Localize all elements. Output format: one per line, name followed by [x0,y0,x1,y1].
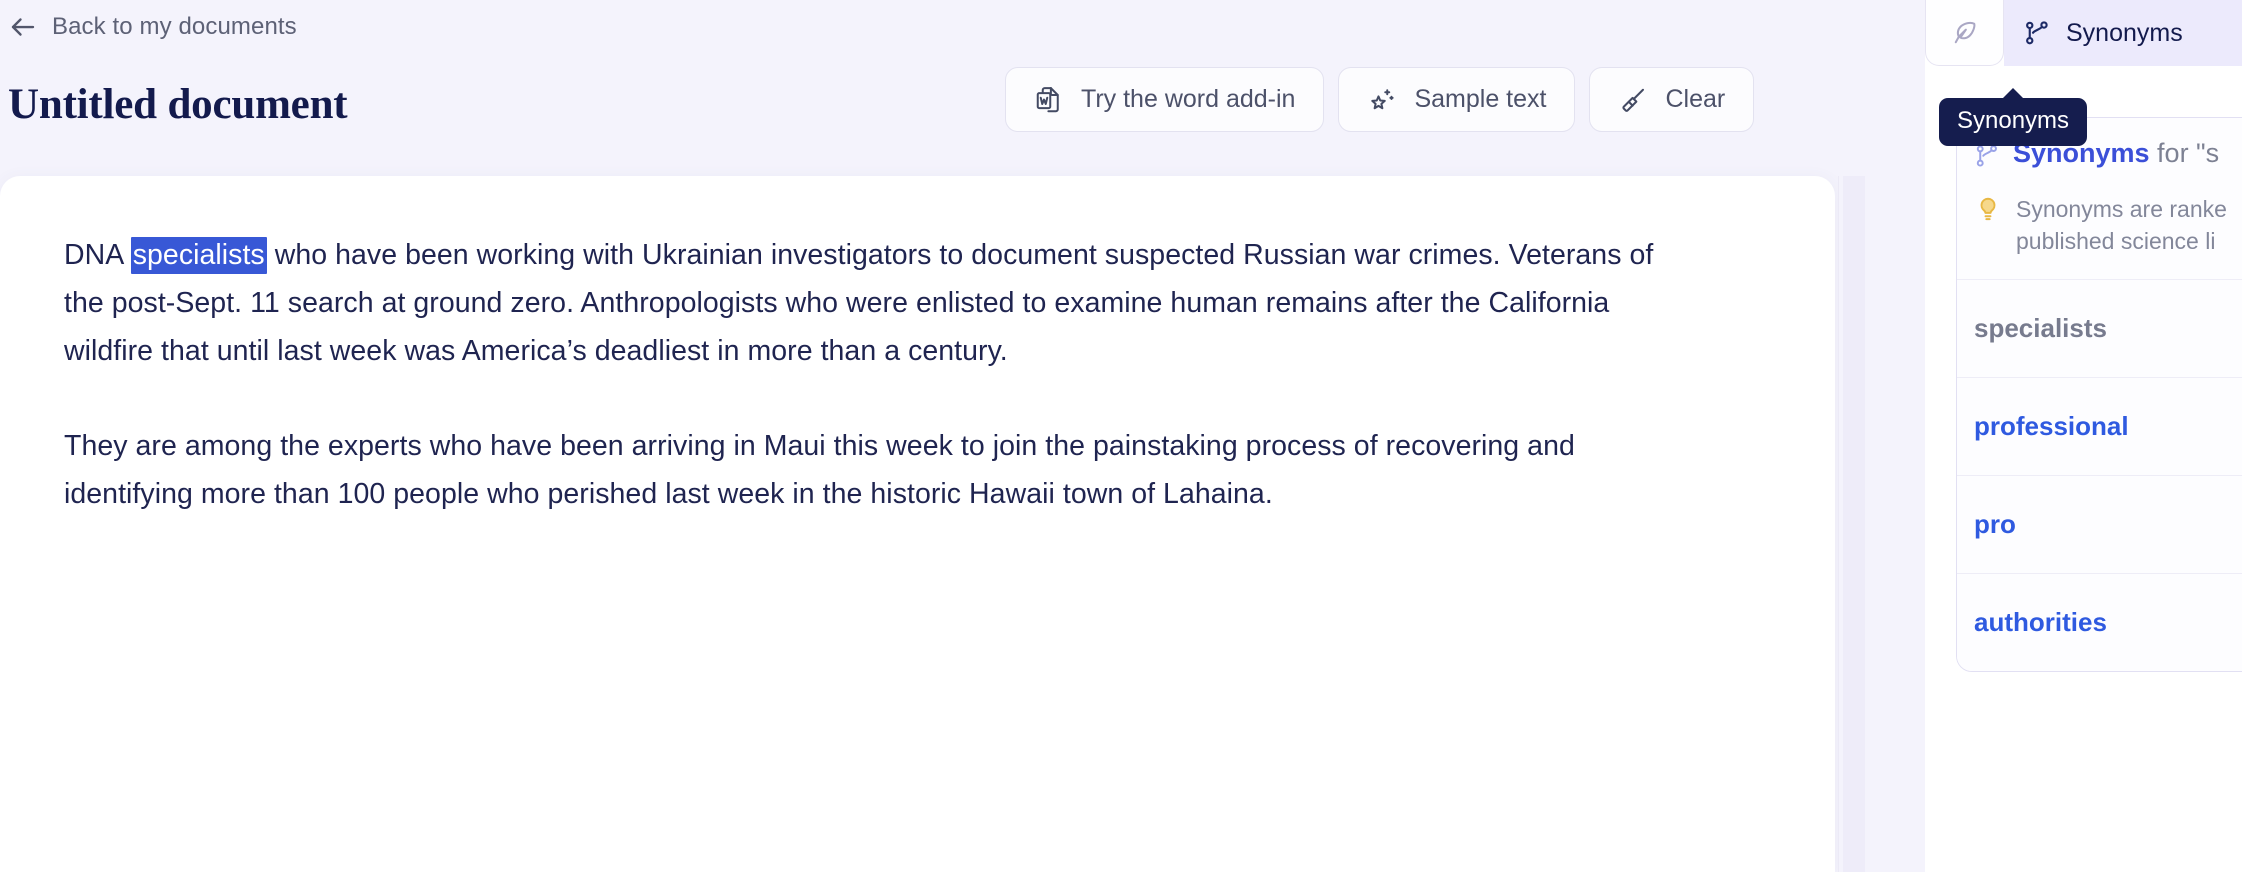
document-text-body[interactable]: DNA specialists who have been working wi… [64,231,1765,518]
back-to-documents-label: Back to my documents [52,13,297,40]
synonyms-card: Synonyms for "s Synonyms are ranke publi… [1956,117,2242,672]
page-title[interactable]: Untitled document [8,80,348,129]
word-document-icon [1034,85,1064,115]
list-item[interactable]: professional [1957,377,2242,475]
tab-synonyms-label: Synonyms [2066,18,2183,47]
try-word-addin-label: Try the word add-in [1081,85,1296,113]
selected-word[interactable]: specialists [130,237,267,274]
synonyms-note-line2: published science li [2016,228,2216,254]
arrow-left-icon [8,12,38,42]
clear-label: Clear [1665,85,1726,113]
feather-icon [1950,18,1980,48]
synonyms-info-note: Synonyms are ranke published science li [1957,170,2242,279]
synonyms-list: specialists professional pro authorities [1957,279,2242,671]
try-word-addin-button[interactable]: Try the word add-in [1005,67,1325,132]
document-toolbar: Try the word add-in Sample text Clear [1005,67,1755,132]
paragraph-2[interactable]: They are among the experts who have been… [64,422,1674,518]
back-to-documents-link[interactable]: Back to my documents [8,12,297,42]
main-area: Back to my documents Untitled document T… [0,0,1925,872]
paragraph-1-before: DNA [64,239,131,271]
synonyms-note-line1: Synonyms are ranke [2016,196,2227,222]
broom-icon [1618,85,1648,115]
tab-writing-assistant[interactable] [1925,0,2004,66]
synonyms-tooltip: Synonyms [1939,88,2088,146]
list-item: specialists [1957,279,2242,377]
sample-text-button[interactable]: Sample text [1338,67,1576,132]
paragraph-1-after: who have been working with Ukrainian inv… [64,239,1654,367]
editor-scroll-thumb[interactable] [1843,176,1865,872]
lightbulb-icon [1974,193,2002,223]
list-item[interactable]: authorities [1957,573,2242,671]
sample-text-label: Sample text [1414,85,1547,113]
app-root: Back to my documents Untitled document T… [0,0,2242,872]
document-editor-card[interactable]: DNA specialists who have been working wi… [0,176,1835,872]
list-item[interactable]: pro [1957,475,2242,573]
panel-tabstrip: Synonyms [1925,0,2242,66]
tab-synonyms[interactable]: Synonyms [2004,0,2242,66]
synonyms-heading-rest: for "s [2149,138,2220,168]
paragraph-1[interactable]: DNA specialists who have been working wi… [64,231,1674,375]
synonyms-note-text: Synonyms are ranke published science li [2016,193,2227,257]
sparkle-star-icon [1367,85,1397,115]
branch-icon [2022,18,2052,48]
synonyms-panel: Synonyms Synonyms Synonyms for "s Synony… [1925,0,2242,872]
clear-button[interactable]: Clear [1589,67,1755,132]
